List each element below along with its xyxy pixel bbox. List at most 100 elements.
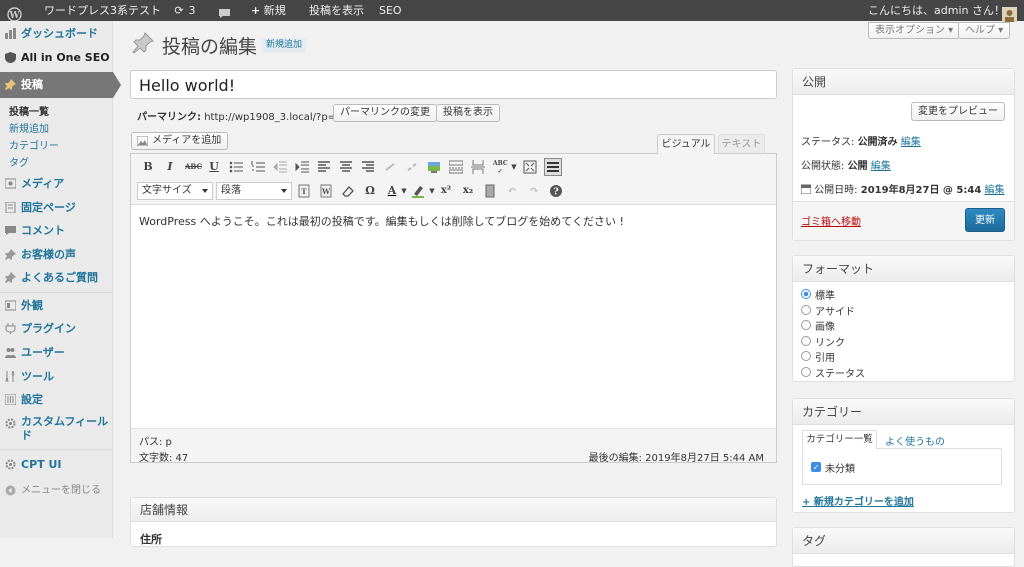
eraser-icon[interactable] xyxy=(341,184,355,198)
new-content-link[interactable]: + 新規 xyxy=(251,0,286,21)
indent-icon[interactable] xyxy=(295,160,309,174)
link-icon[interactable] xyxy=(383,160,397,174)
dropdown-arrow-icon[interactable]: ▼ xyxy=(425,184,439,198)
menu-custom-fields[interactable]: カスタムフィールド xyxy=(0,412,113,446)
add-new-category-link[interactable]: + 新規カテゴリーを追加 xyxy=(802,493,914,508)
publish-title[interactable]: 公開 xyxy=(793,69,1014,95)
tab-text[interactable]: テキスト xyxy=(718,134,765,153)
special-char-icon[interactable]: Ω xyxy=(363,184,377,198)
menu-faq[interactable]: よくあるご質問 xyxy=(0,266,113,289)
fullscreen-icon[interactable] xyxy=(523,160,537,174)
calendar-icon xyxy=(801,184,811,194)
change-permalink-button[interactable]: パーマリンクの変更 xyxy=(333,104,437,122)
paste-word-icon[interactable]: W xyxy=(319,184,333,198)
radio-icon[interactable] xyxy=(801,320,811,330)
bullet-list-icon[interactable] xyxy=(229,160,243,174)
edit-date-link[interactable]: 編集 xyxy=(984,185,1004,196)
superscript-icon[interactable]: x² xyxy=(439,184,453,198)
menu-pages[interactable]: 固定ページ xyxy=(0,196,113,219)
update-button[interactable]: 更新 xyxy=(965,208,1005,232)
menu-plugins[interactable]: プラグイン xyxy=(0,317,113,340)
tab-visual[interactable]: ビジュアル xyxy=(657,134,715,154)
view-post-button[interactable]: 投稿を表示 xyxy=(436,104,500,122)
radio-icon[interactable] xyxy=(801,351,811,361)
submenu-categories[interactable]: カテゴリー xyxy=(9,137,59,152)
menu-appearance[interactable]: 外観 xyxy=(0,294,113,317)
format-select[interactable]: 段落 xyxy=(216,182,292,200)
menu-media[interactable]: メディア xyxy=(0,172,113,195)
edit-visibility-link[interactable]: 編集 xyxy=(871,161,891,172)
preview-changes-button[interactable]: 変更をプレビュー xyxy=(911,102,1005,121)
radio-icon[interactable] xyxy=(801,335,811,346)
seo-menu-link[interactable]: SEO xyxy=(379,0,402,21)
submenu-add-new[interactable]: 新規追加 xyxy=(9,120,49,135)
menu-settings[interactable]: 設定 xyxy=(0,388,113,411)
align-center-icon[interactable] xyxy=(339,160,353,174)
highlight-icon[interactable] xyxy=(411,184,425,198)
numbered-list-icon[interactable] xyxy=(251,160,265,174)
insert-image-icon[interactable] xyxy=(427,160,441,174)
wordpress-logo-icon[interactable]: W xyxy=(7,3,22,22)
permalink-url[interactable]: http://wp1908_3.local/?p=1 xyxy=(204,112,342,123)
media-embed-icon[interactable] xyxy=(483,184,497,198)
font-size-select[interactable]: 文字サイズ xyxy=(137,182,213,200)
dropdown-arrow-icon[interactable]: ▼ xyxy=(397,184,411,198)
category-title[interactable]: カテゴリー xyxy=(793,399,1014,425)
subscript-icon[interactable]: x₂ xyxy=(461,184,475,198)
help-button[interactable]: ヘルプ ▾ xyxy=(958,22,1011,39)
appearance-icon xyxy=(5,300,16,311)
pushpin-icon xyxy=(5,79,16,90)
tab-popular-categories[interactable]: よく使うもの xyxy=(885,433,945,448)
format-title[interactable]: フォーマット xyxy=(793,256,1014,282)
menu-tools[interactable]: ツール xyxy=(0,365,113,388)
menu-cpt-ui[interactable]: CPT UI xyxy=(0,453,113,476)
italic-icon[interactable]: I xyxy=(163,160,177,174)
site-name-link[interactable]: ワードプレス3系テスト xyxy=(44,0,161,21)
add-new-button[interactable]: 新規追加 xyxy=(262,38,307,53)
view-post-link[interactable]: 投稿を表示 xyxy=(309,0,364,21)
outdent-icon[interactable] xyxy=(273,160,287,174)
spellcheck-icon[interactable]: ABC ✓ xyxy=(493,160,508,175)
more-tag-icon[interactable] xyxy=(449,160,463,174)
page-break-icon[interactable] xyxy=(471,160,485,174)
dropdown-arrow-icon[interactable]: ▼ xyxy=(507,160,521,174)
menu-comments[interactable]: コメント xyxy=(0,219,113,242)
align-left-icon[interactable] xyxy=(317,160,331,174)
radio-icon[interactable] xyxy=(801,366,811,377)
redo-icon[interactable]: ↷ xyxy=(527,184,541,198)
store-info-title[interactable]: 店舗情報 xyxy=(131,498,776,522)
menu-users[interactable]: ユーザー xyxy=(0,341,113,364)
bold-icon[interactable]: B xyxy=(141,160,155,174)
radio-icon[interactable] xyxy=(801,304,811,315)
menu-label: 設定 xyxy=(21,393,43,406)
collapse-menu-button[interactable]: メニューを閉じる xyxy=(0,479,113,502)
comment-bubble-icon[interactable] xyxy=(218,0,231,21)
menu-testimonials[interactable]: お客様の声 xyxy=(0,243,113,266)
checkbox-checked-icon[interactable]: ✓ xyxy=(811,462,821,472)
updates-link[interactable]: ⟳ 3 xyxy=(173,0,195,21)
add-media-button[interactable]: メディアを追加 xyxy=(131,132,229,150)
unlink-icon[interactable] xyxy=(405,160,419,174)
undo-icon[interactable]: ↶ xyxy=(505,184,519,198)
menu-all-in-one-seo[interactable]: All in One SEO xyxy=(0,46,113,69)
editor-content[interactable]: WordPress へようこそ。これは最初の投稿です。編集もしくは削除してブログ… xyxy=(139,214,759,230)
submenu-all-posts[interactable]: 投稿一覧 xyxy=(9,103,49,118)
strikethrough-icon[interactable]: ABC xyxy=(185,160,202,174)
post-title-input[interactable]: Hello world! xyxy=(130,70,777,99)
tag-title[interactable]: タグ xyxy=(793,528,1014,554)
help-icon[interactable]: ? xyxy=(549,184,563,198)
submenu-tags[interactable]: タグ xyxy=(9,154,29,169)
menu-dashboard[interactable]: ダッシュボード xyxy=(0,22,113,45)
kitchen-sink-toggle-icon[interactable] xyxy=(544,158,562,176)
edit-status-link[interactable]: 編集 xyxy=(901,137,921,148)
align-right-icon[interactable] xyxy=(361,160,375,174)
radio-selected-icon[interactable] xyxy=(801,289,811,299)
menu-posts[interactable]: 投稿 xyxy=(0,72,121,98)
screen-options-button[interactable]: 表示オプション ▾ xyxy=(868,22,961,39)
underline-icon[interactable]: U xyxy=(207,160,221,174)
account-greeting[interactable]: こんにちは、admin さん！ xyxy=(868,0,1005,21)
tab-all-categories[interactable]: カテゴリー一覧 xyxy=(802,430,877,449)
move-to-trash-link[interactable]: ゴミ箱へ移動 xyxy=(801,213,861,228)
paste-text-icon[interactable]: T xyxy=(297,184,311,198)
avatar[interactable] xyxy=(1002,3,1017,22)
